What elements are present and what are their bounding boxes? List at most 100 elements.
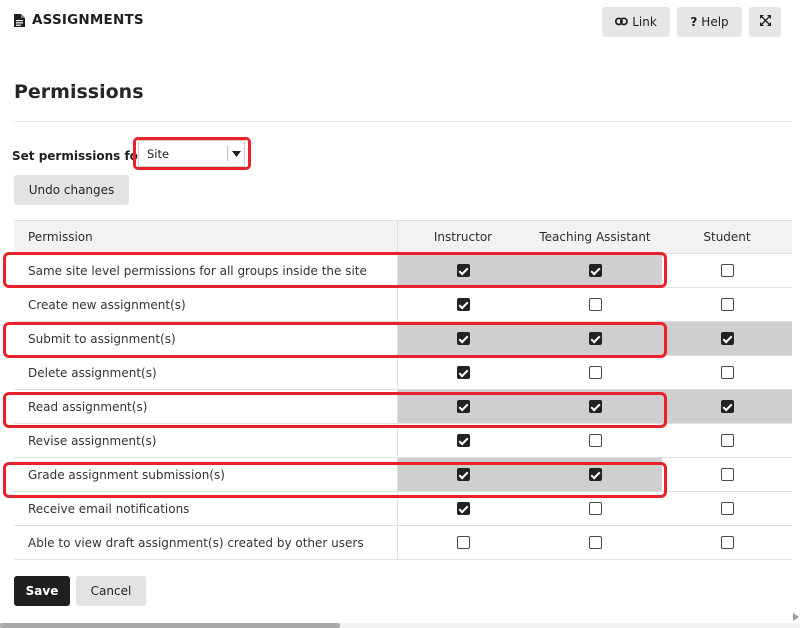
student-checkbox[interactable] — [720, 434, 734, 447]
teaching-assistant-checkbox[interactable] — [588, 264, 602, 277]
instructor-cell — [398, 458, 528, 491]
column-header-student: Student — [703, 230, 751, 244]
scroll-right-arrow-icon[interactable] — [792, 612, 800, 622]
permission-label: Read assignment(s) — [14, 390, 398, 423]
student-cell — [662, 458, 792, 491]
document-icon — [14, 13, 25, 27]
table-row: Grade assignment submission(s) — [14, 458, 792, 492]
table-row: Able to view draft assignment(s) created… — [14, 526, 792, 560]
set-permissions-label: Set permissions for — [12, 149, 144, 163]
instructor-cell — [398, 356, 528, 389]
instructor-cell — [398, 254, 528, 287]
horizontal-scrollbar[interactable] — [0, 623, 800, 628]
student-cell — [662, 288, 792, 321]
tool-title: ASSIGNMENTS — [32, 12, 144, 28]
cancel-button[interactable]: Cancel — [76, 576, 146, 606]
expand-icon — [759, 15, 771, 29]
teaching-assistant-checkbox[interactable] — [588, 298, 602, 311]
table-row: Submit to assignment(s) — [14, 322, 792, 356]
table-row: Create new assignment(s) — [14, 288, 792, 322]
teaching-assistant-checkbox[interactable] — [588, 400, 602, 413]
instructor-cell — [398, 492, 528, 525]
instructor-cell — [398, 322, 528, 355]
select-value: Site — [147, 146, 170, 161]
teaching-assistant-checkbox[interactable] — [588, 434, 602, 447]
student-checkbox[interactable] — [720, 400, 734, 413]
teaching-assistant-cell — [528, 458, 662, 491]
instructor-checkbox[interactable] — [456, 264, 470, 277]
tool-header: ASSIGNMENTS — [14, 10, 144, 30]
teaching-assistant-cell — [528, 526, 662, 559]
link-button[interactable]: Link — [602, 7, 670, 37]
column-header-instructor: Instructor — [433, 230, 493, 244]
permission-label: Revise assignment(s) — [14, 424, 398, 457]
teaching-assistant-cell — [528, 492, 662, 525]
teaching-assistant-checkbox[interactable] — [588, 468, 602, 481]
student-checkbox[interactable] — [720, 298, 734, 311]
instructor-cell — [398, 288, 528, 321]
permission-label: Receive email notifications — [14, 492, 398, 525]
student-cell — [662, 254, 792, 287]
permission-label: Create new assignment(s) — [14, 288, 398, 321]
instructor-cell — [398, 526, 528, 559]
page-title: Permissions — [14, 81, 144, 103]
table-row: Read assignment(s) — [14, 390, 792, 424]
link-label: Link — [632, 15, 657, 29]
permission-label: Same site level permissions for all grou… — [14, 254, 398, 287]
teaching-assistant-cell — [528, 288, 662, 321]
student-checkbox[interactable] — [720, 468, 734, 481]
permission-label: Grade assignment submission(s) — [14, 458, 398, 491]
teaching-assistant-cell — [528, 254, 662, 287]
instructor-cell — [398, 390, 528, 423]
permissions-scope-select[interactable]: Site — [138, 140, 245, 167]
student-checkbox[interactable] — [720, 264, 734, 277]
permission-label: Submit to assignment(s) — [14, 322, 398, 355]
teaching-assistant-cell — [528, 390, 662, 423]
instructor-cell — [398, 424, 528, 457]
save-button[interactable]: Save — [14, 576, 70, 606]
table-row: Revise assignment(s) — [14, 424, 792, 458]
instructor-checkbox[interactable] — [456, 332, 470, 345]
instructor-checkbox[interactable] — [456, 400, 470, 413]
column-header-permission: Permission — [14, 221, 398, 253]
teaching-assistant-checkbox[interactable] — [588, 332, 602, 345]
column-header-teaching-assistant: Teaching Assistant — [539, 230, 651, 244]
student-cell — [662, 492, 792, 525]
table-row: Same site level permissions for all grou… — [14, 254, 792, 288]
instructor-checkbox[interactable] — [456, 502, 470, 515]
permission-label: Delete assignment(s) — [14, 356, 398, 389]
instructor-checkbox[interactable] — [456, 536, 470, 549]
student-cell — [662, 424, 792, 457]
student-cell — [662, 390, 792, 423]
table-row: Receive email notifications — [14, 492, 792, 526]
teaching-assistant-checkbox[interactable] — [588, 366, 602, 379]
table-header-row: Permission Instructor Teaching Assistant… — [14, 221, 792, 254]
teaching-assistant-cell — [528, 322, 662, 355]
teaching-assistant-cell — [528, 424, 662, 457]
student-checkbox[interactable] — [720, 502, 734, 515]
instructor-checkbox[interactable] — [456, 366, 470, 379]
scrollbar-thumb[interactable] — [0, 623, 340, 628]
help-label: Help — [701, 15, 729, 29]
permissions-table: Permission Instructor Teaching Assistant… — [14, 220, 792, 560]
divider — [14, 121, 792, 122]
permission-label: Able to view draft assignment(s) created… — [14, 526, 398, 559]
student-cell — [662, 526, 792, 559]
help-button[interactable]: ? Help — [677, 7, 742, 37]
table-body: Same site level permissions for all grou… — [14, 254, 792, 560]
table-row: Delete assignment(s) — [14, 356, 792, 390]
student-checkbox[interactable] — [720, 332, 734, 345]
teaching-assistant-cell — [528, 356, 662, 389]
instructor-checkbox[interactable] — [456, 298, 470, 311]
student-cell — [662, 322, 792, 355]
instructor-checkbox[interactable] — [456, 468, 470, 481]
student-cell — [662, 356, 792, 389]
undo-changes-button[interactable]: Undo changes — [14, 175, 129, 205]
student-checkbox[interactable] — [720, 366, 734, 379]
student-checkbox[interactable] — [720, 536, 734, 549]
expand-button[interactable] — [749, 7, 781, 37]
teaching-assistant-checkbox[interactable] — [588, 502, 602, 515]
link-icon — [615, 15, 629, 29]
teaching-assistant-checkbox[interactable] — [588, 536, 602, 549]
instructor-checkbox[interactable] — [456, 434, 470, 447]
